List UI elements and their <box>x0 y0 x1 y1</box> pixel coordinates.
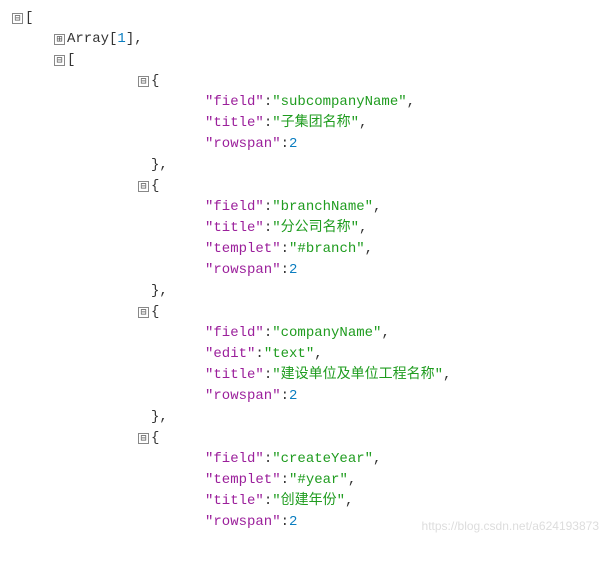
kv-row: "title":"创建年份", <box>12 491 597 512</box>
kv-row: "title":"分公司名称", <box>12 218 597 239</box>
json-value: "#year" <box>289 470 348 491</box>
kv-row: "rowspan":2 <box>12 260 597 281</box>
kv-row: "rowspan":2 <box>12 134 597 155</box>
kv-row: "rowspan":2 <box>12 386 597 407</box>
kv-row: "templet":"#branch", <box>12 239 597 260</box>
collapse-icon[interactable]: ⊟ <box>138 76 149 87</box>
json-value: "#branch" <box>289 239 365 260</box>
collapse-icon[interactable]: ⊟ <box>138 433 149 444</box>
json-value: "创建年份" <box>272 491 345 512</box>
object-open: ⊟{ <box>12 71 597 92</box>
collapse-icon[interactable]: ⊟ <box>12 13 23 24</box>
json-key: "title" <box>205 218 264 239</box>
array-summary: ⊞Array[1], <box>12 29 597 50</box>
kv-row: "title":"建设单位及单位工程名称", <box>12 365 597 386</box>
object-close: }, <box>12 407 597 428</box>
json-value: "subcompanyName" <box>272 92 406 113</box>
json-value: "text" <box>264 344 314 365</box>
json-key: "templet" <box>205 239 281 260</box>
json-tree-viewer: ⊟[ ⊞Array[1], ⊟[ ⊟{ "field":"subcompanyN… <box>12 8 597 533</box>
json-key: "title" <box>205 113 264 134</box>
json-key: "rowspan" <box>205 134 281 155</box>
json-key: "rowspan" <box>205 386 281 407</box>
json-key: "title" <box>205 491 264 512</box>
kv-row: "field":"companyName", <box>12 323 597 344</box>
kv-row: "field":"createYear", <box>12 449 597 470</box>
kv-row: "title":"子集团名称", <box>12 113 597 134</box>
kv-row: "field":"branchName", <box>12 197 597 218</box>
object-close: }, <box>12 281 597 302</box>
json-value: "companyName" <box>272 323 381 344</box>
collapse-icon[interactable]: ⊟ <box>138 181 149 192</box>
array-length: 1 <box>117 29 125 50</box>
json-value: 2 <box>289 260 297 281</box>
json-value: "建设单位及单位工程名称" <box>272 365 443 386</box>
json-key: "rowspan" <box>205 260 281 281</box>
json-value: 2 <box>289 386 297 407</box>
array-label: Array <box>67 29 109 50</box>
json-value: "createYear" <box>272 449 373 470</box>
object-open: ⊟{ <box>12 302 597 323</box>
object-open: ⊟{ <box>12 176 597 197</box>
json-key: "title" <box>205 365 264 386</box>
json-key: "field" <box>205 449 264 470</box>
json-value: "分公司名称" <box>272 218 359 239</box>
kv-row: "field":"subcompanyName", <box>12 92 597 113</box>
collapse-icon[interactable]: ⊟ <box>54 55 65 66</box>
kv-row: "edit":"text", <box>12 344 597 365</box>
json-value: "子集团名称" <box>272 113 359 134</box>
expand-icon[interactable]: ⊞ <box>54 34 65 45</box>
root-open: ⊟[ <box>12 8 597 29</box>
json-value: 2 <box>289 134 297 155</box>
json-key: "field" <box>205 323 264 344</box>
collapse-icon[interactable]: ⊟ <box>138 307 149 318</box>
object-open: ⊟{ <box>12 428 597 449</box>
json-key: "edit" <box>205 344 255 365</box>
json-key: "templet" <box>205 470 281 491</box>
watermark-text: https://blog.csdn.net/a624193873 <box>422 517 599 535</box>
kv-row: "templet":"#year", <box>12 470 597 491</box>
json-key: "field" <box>205 92 264 113</box>
bracket-open: [ <box>25 8 33 29</box>
json-key: "rowspan" <box>205 512 281 533</box>
json-value: "branchName" <box>272 197 373 218</box>
json-value: 2 <box>289 512 297 533</box>
inner-array-open: ⊟[ <box>12 50 597 71</box>
object-close: }, <box>12 155 597 176</box>
json-key: "field" <box>205 197 264 218</box>
